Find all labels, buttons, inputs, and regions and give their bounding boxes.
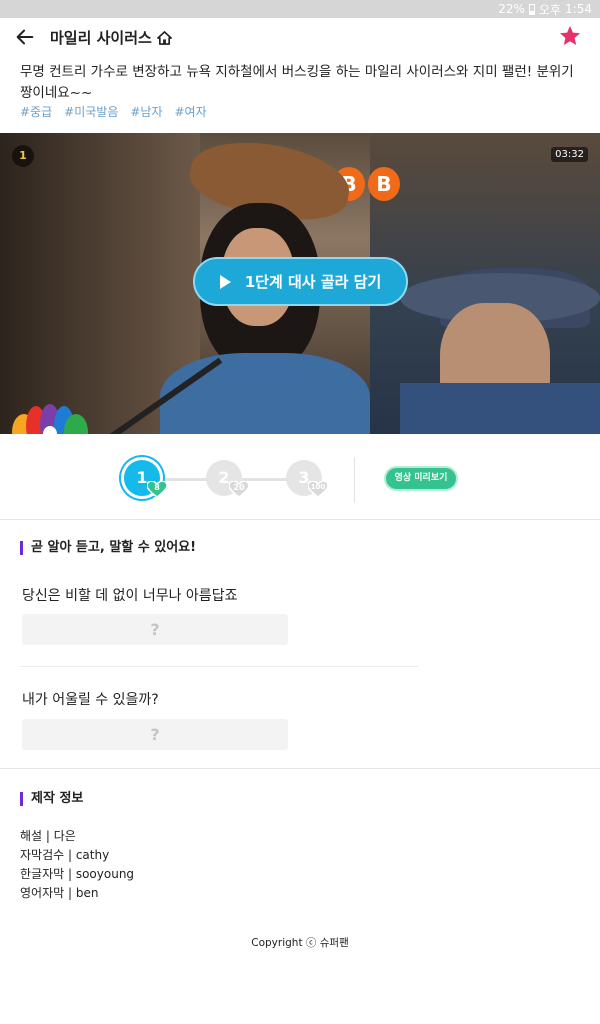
steps-divider xyxy=(354,457,355,503)
tag[interactable]: #남자 xyxy=(130,103,162,120)
battery-icon xyxy=(528,3,535,15)
video-duration: 03:32 xyxy=(551,147,588,162)
sentence-text: 당신은 비할 데 없이 너무나 아름답죠 xyxy=(22,588,238,604)
sentence-text: 내가 어울릴 수 있을까? xyxy=(22,692,159,708)
step-reward: 8 xyxy=(154,483,160,492)
battery-level: 22% xyxy=(498,2,525,16)
item-divider xyxy=(20,666,418,667)
title-text: 마일리 사이러스 xyxy=(50,29,152,47)
home-icon[interactable] xyxy=(156,30,172,45)
tag-list: #중급 #미국발음 #남자 #여자 xyxy=(20,103,207,120)
subway-sign: B xyxy=(368,167,400,201)
page-title: 마일리 사이러스 xyxy=(50,27,172,48)
answer-box[interactable]: ? xyxy=(22,719,288,750)
select-lines-label: 1단계 대사 골라 담기 xyxy=(244,273,382,291)
tag[interactable]: #여자 xyxy=(175,103,207,120)
step-number: 2 xyxy=(218,468,230,487)
step-reward: 100 xyxy=(310,483,326,491)
clock: 1:54 xyxy=(565,2,592,16)
section-divider xyxy=(0,768,600,769)
section-divider xyxy=(0,519,600,520)
copyright: Copyright ⓒ 슈퍼팬 xyxy=(251,937,349,949)
credit-line: 해설 | 다은 xyxy=(20,829,76,843)
video-description: 무명 컨트리 가수로 변장하고 뉴욕 지하철에서 버스킹을 하는 마일리 사이러… xyxy=(20,64,574,101)
lesson-section-title: 곧 알아 듣고, 말할 수 있어요! xyxy=(20,541,196,555)
reward-heart-icon: 8 xyxy=(146,480,168,498)
credit-line: 한글자막 | sooyoung xyxy=(20,867,135,881)
credit-line: 영어자막 | ben xyxy=(20,886,99,900)
status-bar: 22% 오후 1:54 xyxy=(0,0,600,18)
key-icon: 1 xyxy=(12,145,34,167)
production-section-title: 제작 정보 xyxy=(20,792,83,806)
play-icon xyxy=(219,274,231,289)
tag[interactable]: #미국발음 xyxy=(64,103,118,120)
reward-heart-icon: 20 xyxy=(228,480,250,498)
app-header: 마일리 사이러스 xyxy=(0,18,600,56)
reward-heart-icon: 100 xyxy=(307,480,329,498)
tag[interactable]: #중급 xyxy=(20,103,52,120)
select-lines-button[interactable]: 1단계 대사 골라 담기 xyxy=(193,257,408,306)
video-preview-button[interactable]: 영상 미리보기 xyxy=(384,466,458,491)
nbc-peacock-logo xyxy=(12,404,88,434)
step-number: 1 xyxy=(136,468,148,487)
star-icon[interactable] xyxy=(558,24,582,48)
credit-line: 자막검수 | cathy xyxy=(20,848,110,862)
time-ampm: 오후 xyxy=(538,2,562,17)
arrow-left-icon[interactable] xyxy=(14,26,36,48)
step-reward: 20 xyxy=(233,483,245,492)
answer-box[interactable]: ? xyxy=(22,614,288,645)
credits-list: 해설 | 다은 자막검수 | cathy 한글자막 | sooyoung 영어자… xyxy=(20,827,134,903)
